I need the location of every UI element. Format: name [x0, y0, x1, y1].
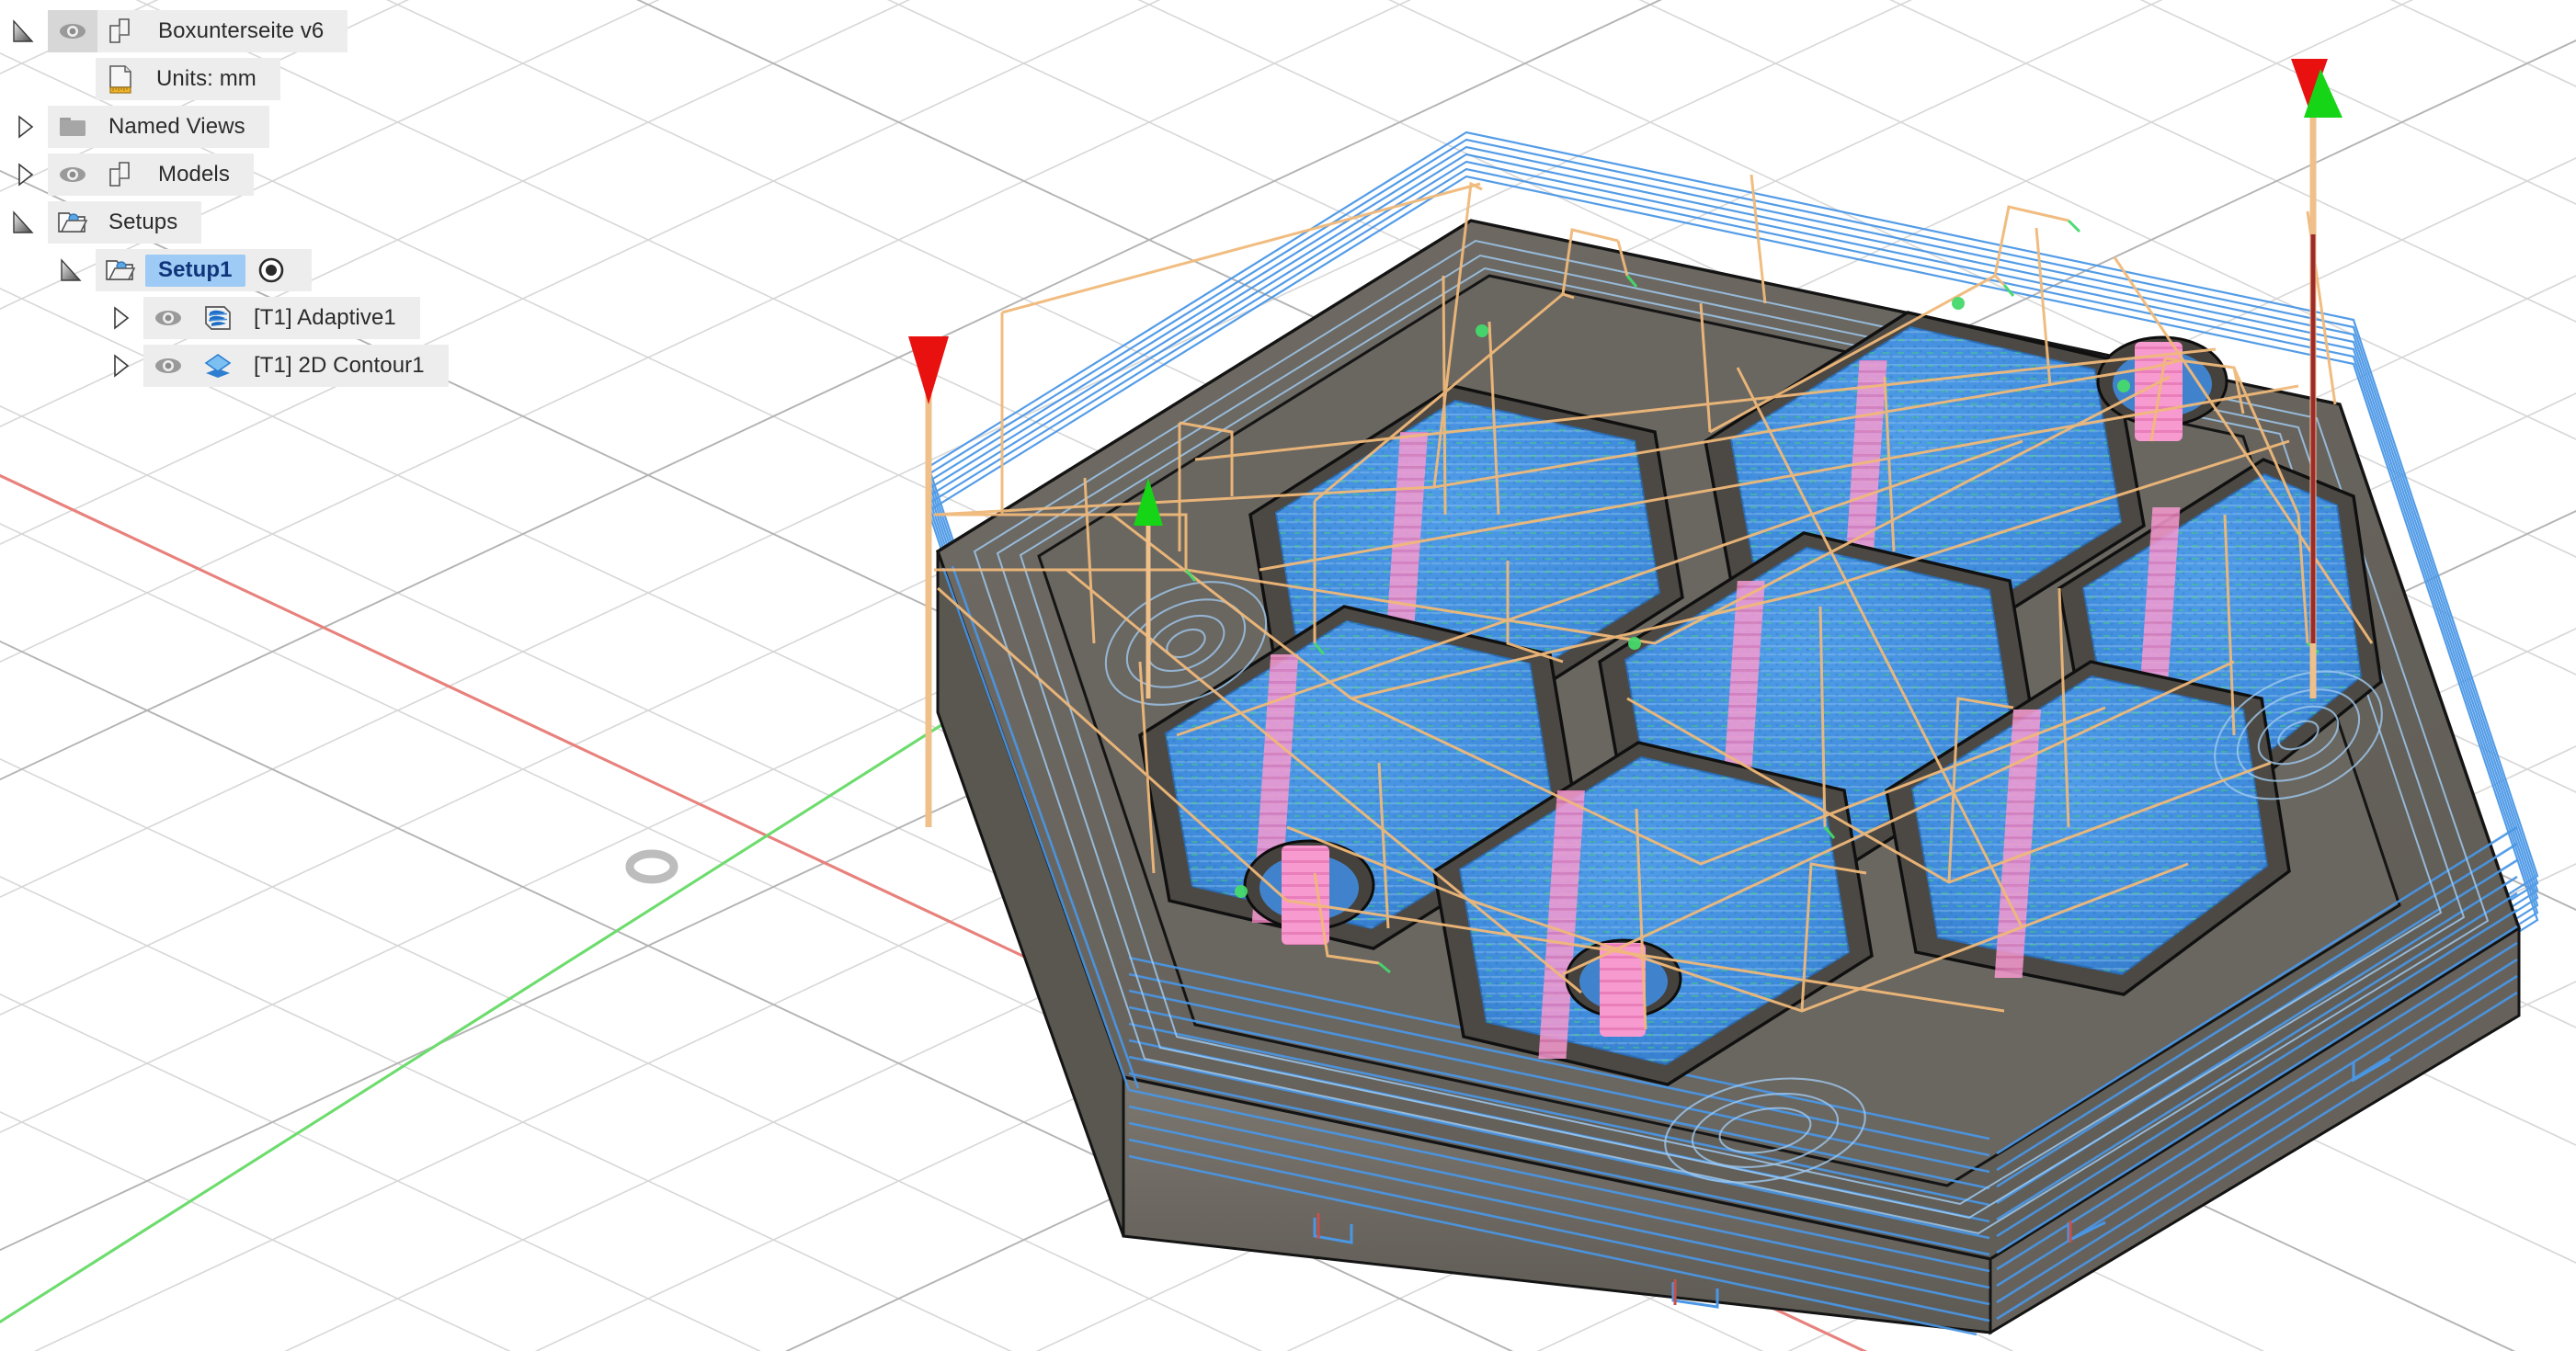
adaptive-clearing-icon [193, 297, 243, 339]
tree-row-contour1[interactable]: [T1] 2D Contour1 [96, 342, 588, 390]
units-document-icon [96, 58, 145, 100]
tree-row-adaptive1[interactable]: [T1] Adaptive1 [96, 294, 588, 342]
row-chip[interactable]: [T1] Adaptive1 [143, 297, 420, 339]
setup-folder-icon [96, 249, 145, 291]
expander-expanded-icon[interactable] [48, 246, 96, 294]
row-chip[interactable]: Setup1 [96, 249, 312, 291]
tree-row-models[interactable]: Models [0, 151, 588, 199]
expander-expanded-icon[interactable] [0, 7, 48, 55]
tree-row-setup1[interactable]: Setup1 [48, 246, 588, 294]
component-icon [97, 10, 147, 52]
expander-collapsed-icon[interactable] [96, 342, 143, 390]
expander-collapsed-icon[interactable] [0, 103, 48, 151]
row-chip[interactable]: Units: mm [96, 58, 280, 100]
component-icon [97, 153, 147, 196]
tree-row-units[interactable]: Units: mm [48, 55, 588, 103]
row-chip[interactable]: Models [48, 153, 254, 196]
contour-2d-icon [193, 345, 243, 387]
tree-item-label: Named Views [108, 114, 245, 139]
expander-collapsed-icon[interactable] [0, 151, 48, 199]
row-chip[interactable]: Named Views [48, 106, 269, 148]
browser-tree[interactable]: Boxunterseite v6 Units: mm Named Views M… [0, 0, 588, 390]
expander-collapsed-icon[interactable] [96, 294, 143, 342]
tree-item-label: Boxunterseite v6 [158, 18, 325, 43]
tree-item-label: Units: mm [156, 66, 256, 91]
tree-item-label: Models [158, 162, 230, 187]
active-setup-target-icon[interactable] [245, 249, 297, 291]
tree-item-label: [T1] 2D Contour1 [254, 353, 425, 378]
tree-item-label: [T1] Adaptive1 [254, 305, 396, 330]
visibility-eye-icon[interactable] [143, 297, 193, 339]
folder-icon [48, 106, 97, 148]
row-chip[interactable]: [T1] 2D Contour1 [143, 345, 449, 387]
tree-row-setups[interactable]: Setups [0, 199, 588, 246]
expander-none [48, 55, 96, 103]
setup-folder-icon [48, 201, 97, 244]
visibility-eye-icon[interactable] [48, 153, 97, 196]
tree-item-label: Setups [108, 210, 178, 234]
tree-item-label-selected: Setup1 [145, 254, 245, 287]
row-chip[interactable]: Setups [48, 201, 202, 244]
tree-row-named-views[interactable]: Named Views [0, 103, 588, 151]
row-chip[interactable]: Boxunterseite v6 [48, 10, 348, 52]
fusion360-cam-window: Boxunterseite v6 Units: mm Named Views M… [0, 0, 2576, 1351]
visibility-eye-icon[interactable] [48, 10, 97, 52]
visibility-eye-icon[interactable] [143, 345, 193, 387]
tree-row-document-root[interactable]: Boxunterseite v6 [0, 7, 588, 55]
expander-expanded-icon[interactable] [0, 199, 48, 246]
